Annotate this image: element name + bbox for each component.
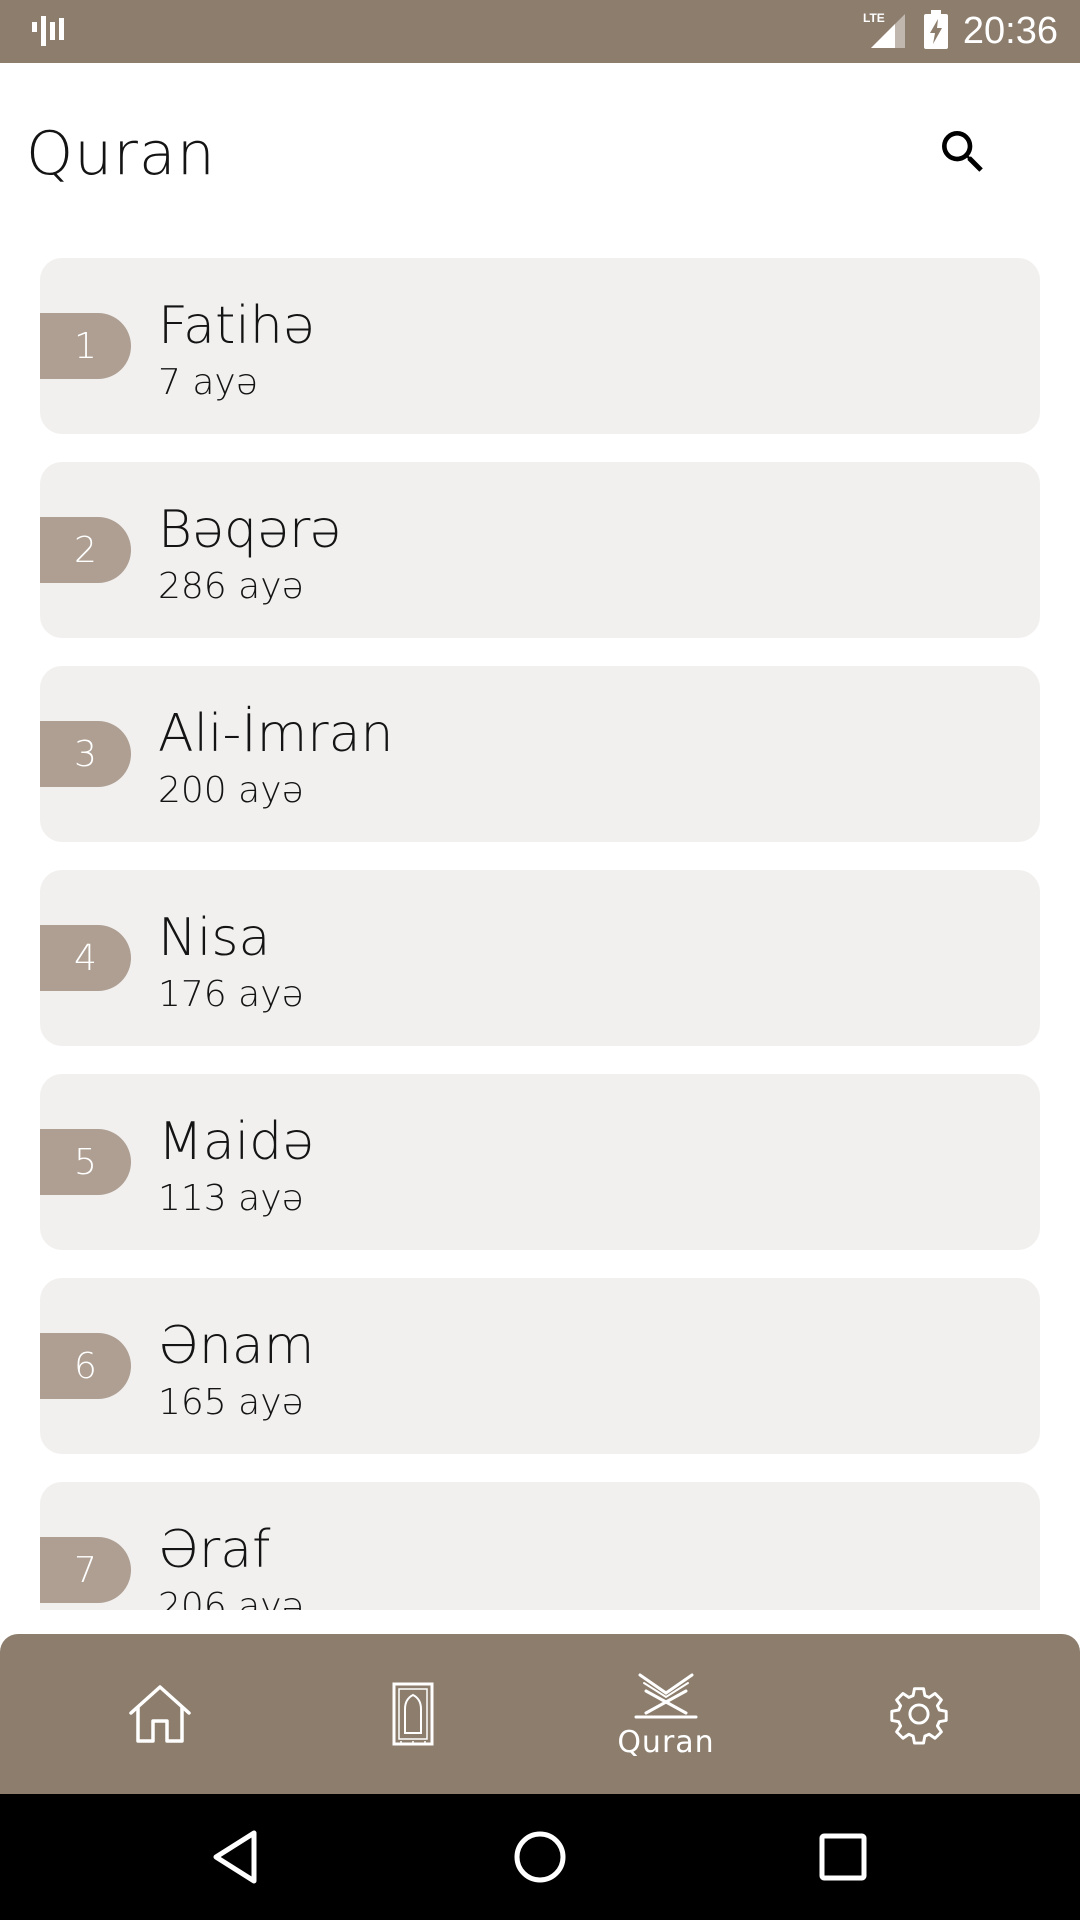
bottom-nav: Quran xyxy=(0,1634,1080,1794)
surah-card-7[interactable]: 7 Əraf 206 ayə xyxy=(40,1482,1040,1610)
surah-number-badge: 5 xyxy=(40,1129,131,1195)
surah-card-3[interactable]: 3 Ali-İmran 200 ayə xyxy=(40,666,1040,842)
page-title: Quran xyxy=(26,119,216,189)
surah-name: Əraf xyxy=(158,1520,271,1580)
surah-name: Ali-İmran xyxy=(158,704,394,764)
surah-number-badge: 7 xyxy=(40,1537,131,1603)
nav-prayer[interactable] xyxy=(313,1634,513,1794)
recents-icon xyxy=(819,1833,867,1881)
surah-number-badge: 4 xyxy=(40,925,131,991)
quran-stand-icon xyxy=(634,1673,698,1718)
surah-card-2[interactable]: 2 Bəqərə 286 ayə xyxy=(40,462,1040,638)
surah-number-badge: 2 xyxy=(40,517,131,583)
status-bar: LTE 20:36 xyxy=(0,0,1080,63)
surah-ayat-count: 165 ayə xyxy=(158,1382,304,1423)
surah-name: Maidə xyxy=(158,1112,315,1172)
surah-name: Ənam xyxy=(158,1316,315,1376)
notification-signal-icon xyxy=(30,14,66,52)
svg-text:LTE: LTE xyxy=(863,11,885,25)
surah-card-5[interactable]: 5 Maidə 113 ayə xyxy=(40,1074,1040,1250)
surah-list[interactable]: 1 Fatihə 7 ayə 2 Bəqərə 286 ayə 3 Ali-İm… xyxy=(0,258,1080,1610)
back-icon xyxy=(213,1830,257,1884)
surah-ayat-count: 7 ayə xyxy=(158,362,258,403)
system-back-button[interactable] xyxy=(198,1819,274,1895)
surah-number-badge: 3 xyxy=(40,721,131,787)
battery-charging-icon xyxy=(923,9,949,54)
search-icon xyxy=(942,131,983,172)
surah-ayat-count: 200 ayə xyxy=(158,770,304,811)
surah-ayat-count: 206 ayə xyxy=(158,1586,304,1610)
surah-name: Fatihə xyxy=(158,296,315,356)
surah-number-badge: 1 xyxy=(40,313,131,379)
surah-card-1[interactable]: 1 Fatihə 7 ayə xyxy=(40,258,1040,434)
nav-quran-label: Quran xyxy=(617,1724,715,1760)
home-icon xyxy=(129,1685,191,1743)
surah-card-4[interactable]: 4 Nisa 176 ayə xyxy=(40,870,1040,1046)
nav-settings[interactable] xyxy=(819,1634,1019,1794)
surah-number-badge: 6 xyxy=(40,1333,131,1399)
nav-home[interactable] xyxy=(60,1634,260,1794)
nav-quran[interactable]: Quran xyxy=(566,1634,766,1794)
prayer-rug-icon xyxy=(392,1682,434,1746)
surah-card-6[interactable]: 6 Ənam 165 ayə xyxy=(40,1278,1040,1454)
surah-name: Nisa xyxy=(158,908,271,968)
surah-ayat-count: 113 ayə xyxy=(158,1178,304,1219)
lte-signal-icon: LTE xyxy=(861,10,909,54)
surah-ayat-count: 176 ayə xyxy=(158,974,304,1015)
system-nav-bar xyxy=(0,1794,1080,1920)
app-header: Quran xyxy=(0,63,1080,243)
system-home-button[interactable] xyxy=(502,1819,578,1895)
surah-ayat-count: 286 ayə xyxy=(158,566,304,607)
settings-gear-icon xyxy=(890,1687,948,1745)
search-button[interactable] xyxy=(926,115,1000,189)
status-time: 20:36 xyxy=(962,10,1058,52)
system-recents-button[interactable] xyxy=(805,1819,881,1895)
home-circle-icon xyxy=(514,1831,566,1883)
surah-name: Bəqərə xyxy=(158,500,342,560)
